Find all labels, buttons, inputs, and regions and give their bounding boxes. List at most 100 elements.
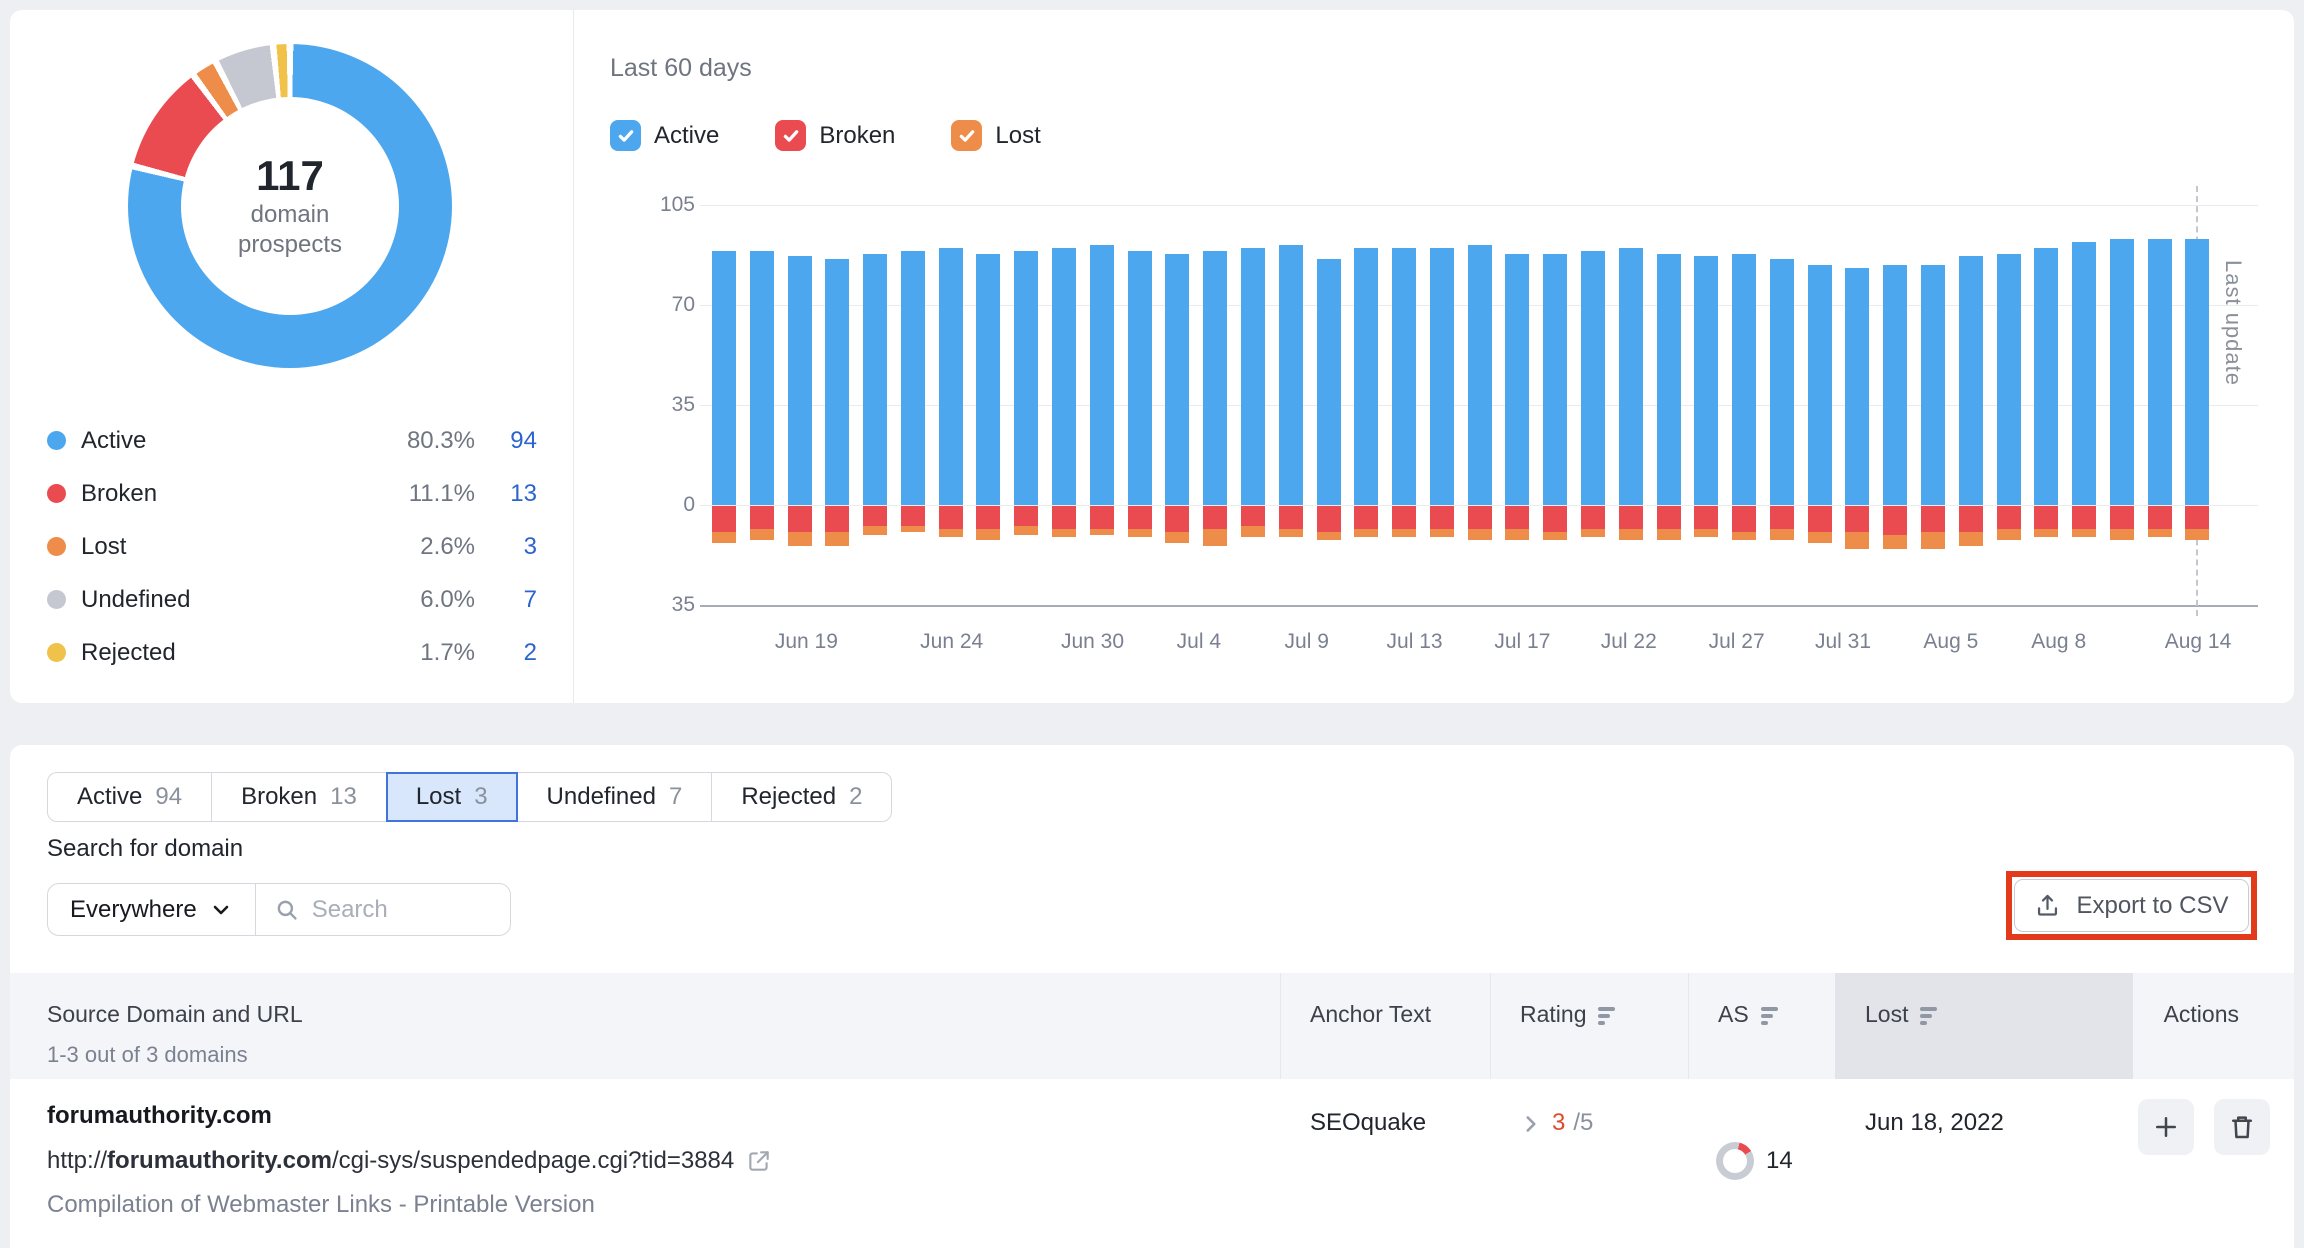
bar-22[interactable] (1505, 205, 1530, 605)
bar-15[interactable] (1240, 205, 1265, 605)
bar-18[interactable] (1354, 205, 1379, 605)
bar-4[interactable] (825, 205, 850, 605)
legend-percent: 11.1% (408, 479, 475, 507)
bar-segment-broken (2185, 506, 2210, 529)
search-scope-dropdown[interactable]: Everywhere (48, 884, 255, 935)
tab-rejected[interactable]: Rejected 2 (711, 772, 893, 822)
page: 117 domain prospects Active 80.3% 94 Broken… (0, 0, 2304, 1248)
search-input[interactable] (311, 895, 482, 924)
column-header-rating: Rating (1490, 973, 1688, 1079)
bar-segment-active (1203, 250, 1228, 505)
external-link-icon[interactable] (746, 1148, 772, 1174)
bar-segment-active (900, 250, 925, 505)
tab-lost[interactable]: Lost 3 (385, 772, 518, 822)
export-to-csv-button[interactable]: Export to CSV (2014, 879, 2249, 932)
x-axis-tick-label: Jul 22 (1600, 630, 1657, 653)
bar-37[interactable] (2072, 205, 2097, 605)
bar-13[interactable] (1165, 205, 1190, 605)
bar-segment-lost (938, 528, 963, 538)
bar-segment-lost (1014, 526, 1039, 535)
bar-segment-broken (976, 506, 1001, 529)
bar-38[interactable] (2109, 205, 2134, 605)
bar-segment-broken (1732, 506, 1757, 532)
bar-14[interactable] (1203, 205, 1228, 605)
bar-23[interactable] (1543, 205, 1568, 605)
bar-segment-lost (863, 526, 888, 535)
bar-24[interactable] (1580, 205, 1605, 605)
column-header-lost: Lost (1835, 973, 2133, 1079)
bar-segment-lost (900, 526, 925, 532)
chevron-right-icon[interactable] (1518, 1111, 1544, 1137)
domains-table-card: Active 94 Broken 13 Lost 3 Undefined 7 Rejected 2… (10, 745, 2294, 1248)
tab-active[interactable]: Active 94 (47, 772, 213, 822)
legend-count-link[interactable]: 94 (475, 427, 537, 455)
donut-total-label-2: prospects (237, 231, 343, 258)
bar-2[interactable] (749, 205, 774, 605)
search-icon (277, 900, 297, 920)
y-axis-tick-label: 35 (671, 593, 695, 616)
column-header-anchor-text: Anchor Text (1280, 973, 1490, 1079)
bar-17[interactable] (1316, 205, 1341, 605)
bar-1[interactable] (712, 205, 736, 605)
bar-segment-broken (1127, 506, 1152, 529)
legend-count-link[interactable]: 7 (475, 586, 537, 614)
bar-segment-lost (1543, 531, 1568, 541)
legend-count-link[interactable]: 3 (475, 533, 537, 561)
bar-5[interactable] (863, 205, 888, 605)
bar-34[interactable] (1958, 205, 1983, 605)
legend-label: Active (81, 426, 147, 454)
filter-checkbox-broken[interactable]: Broken (775, 120, 895, 151)
sort-icon-as[interactable] (1760, 1005, 1778, 1025)
bar-11[interactable] (1089, 205, 1114, 605)
bar-16[interactable] (1278, 205, 1303, 605)
bar-36[interactable] (2034, 205, 2059, 605)
add-to-list-button[interactable] (2138, 1099, 2194, 1155)
bar-40[interactable] (2185, 205, 2210, 605)
x-axis-tick-label: Jun 19 (774, 630, 838, 653)
bar-segment-broken (1807, 506, 1832, 532)
bar-39[interactable] (2147, 205, 2172, 605)
domain-prospects-donut-chart[interactable]: 117 domain prospects (128, 44, 452, 368)
authority-score-cell: 14 (1688, 1079, 1835, 1220)
bar-segment-lost (1240, 526, 1265, 538)
bar-30[interactable] (1807, 205, 1832, 605)
search-for-domain-label: Search for domain (47, 835, 244, 862)
bar-25[interactable] (1618, 205, 1643, 605)
bar-segment-active (1392, 247, 1417, 505)
source-domain-name[interactable]: forumauthority.com (47, 1101, 1280, 1131)
sort-icon-rating[interactable] (1598, 1005, 1616, 1025)
bar-31[interactable] (1845, 205, 1870, 605)
legend-count-link[interactable]: 2 (475, 639, 537, 667)
bar-12[interactable] (1127, 205, 1152, 605)
bar-20[interactable] (1429, 205, 1454, 605)
x-axis-tick-label: Jul 4 (1176, 630, 1222, 653)
bar-27[interactable] (1694, 205, 1719, 605)
bar-7[interactable] (938, 205, 963, 605)
legend-count-link[interactable]: 13 (475, 480, 537, 508)
tab-broken[interactable]: Broken 13 (211, 772, 387, 822)
bar-8[interactable] (976, 205, 1001, 605)
bar-21[interactable] (1467, 205, 1492, 605)
y-axis-tick-label: 0 (683, 493, 695, 516)
bar-32[interactable] (1883, 205, 1908, 605)
bar-29[interactable] (1769, 205, 1794, 605)
bar-9[interactable] (1014, 205, 1039, 605)
bar-segment-active (1467, 245, 1492, 505)
bar-33[interactable] (1921, 205, 1945, 605)
tab-undefined[interactable]: Undefined 7 (516, 772, 713, 822)
tab-label: Rejected (741, 783, 837, 810)
bar-10[interactable] (1052, 205, 1077, 605)
filter-checkbox-active[interactable]: Active (610, 120, 719, 151)
bar-segment-active (1316, 259, 1341, 505)
bar-segment-lost (1089, 528, 1114, 535)
source-url: http://forumauthority.com/cgi-sys/suspen… (47, 1146, 1280, 1176)
filter-checkbox-lost[interactable]: Lost (951, 120, 1041, 151)
bar-3[interactable] (787, 205, 812, 605)
sort-icon-lost[interactable] (1920, 1005, 1938, 1025)
bar-6[interactable] (900, 205, 925, 605)
bar-28[interactable] (1732, 205, 1757, 605)
bar-26[interactable] (1656, 205, 1681, 605)
bar-35[interactable] (1996, 205, 2021, 605)
delete-button[interactable] (2214, 1099, 2270, 1155)
bar-19[interactable] (1392, 205, 1417, 605)
